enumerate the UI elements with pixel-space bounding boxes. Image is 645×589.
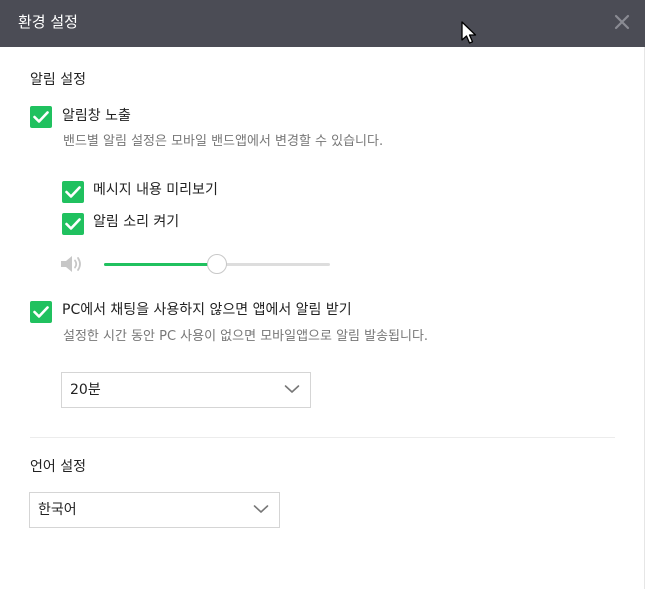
volume-slider-fill: [104, 263, 217, 266]
language-value: 한국어: [38, 502, 77, 518]
volume-slider-thumb[interactable]: [207, 254, 227, 274]
checkmark-icon: [33, 306, 49, 318]
language-select[interactable]: 한국어: [29, 492, 280, 528]
preview-message-checkbox[interactable]: [62, 181, 84, 203]
show-popup-label: 알림창 노출: [62, 108, 131, 124]
chevron-down-icon: [253, 505, 269, 513]
window-title: 환경 설정: [18, 13, 78, 31]
idle-time-select[interactable]: 20분: [61, 372, 311, 408]
pc-idle-checkbox[interactable]: [30, 301, 52, 323]
close-icon[interactable]: [613, 13, 631, 31]
language-section-title: 언어 설정: [30, 459, 86, 475]
sound-on-label: 알림 소리 켜기: [93, 214, 180, 230]
volume-slider[interactable]: [104, 254, 330, 274]
title-bar: 환경 설정: [0, 0, 645, 47]
section-divider: [30, 437, 615, 438]
preview-message-label: 메시지 내용 미리보기: [93, 182, 218, 198]
pc-idle-description: 설정한 시간 동안 PC 사용이 없으면 모바일앱으로 알림 발송됩니다.: [63, 329, 429, 344]
pc-idle-label: PC에서 채팅을 사용하지 않으면 앱에서 알림 받기: [62, 302, 352, 318]
chevron-down-icon: [284, 385, 300, 393]
notification-section-title: 알림 설정: [30, 72, 86, 88]
settings-window: 환경 설정 알림 설정 알림창 노출 밴드별 알림 설정은 모바일 밴드앱에서 …: [0, 0, 645, 589]
idle-time-value: 20분: [70, 382, 101, 398]
checkmark-icon: [33, 111, 49, 123]
checkmark-icon: [65, 186, 81, 198]
show-popup-description: 밴드별 알림 설정은 모바일 밴드앱에서 변경할 수 있습니다.: [63, 134, 384, 149]
show-popup-checkbox[interactable]: [30, 106, 52, 128]
mouse-cursor-icon: [461, 21, 479, 45]
checkmark-icon: [65, 218, 81, 230]
speaker-icon: [60, 254, 86, 274]
sound-on-checkbox[interactable]: [62, 213, 84, 235]
